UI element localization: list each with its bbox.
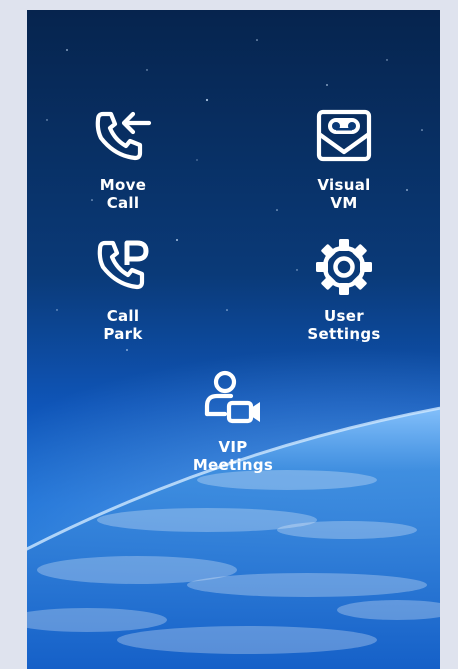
user-settings-button[interactable]: User Settings	[284, 239, 404, 343]
voicemail-envelope-icon	[316, 109, 372, 162]
gear-icon	[316, 239, 372, 295]
visual-vm-label-line1: Visual	[317, 176, 371, 194]
phone-park-icon	[97, 240, 149, 290]
vip-meetings-label-line2: Meetings	[192, 456, 274, 474]
user-settings-label-line2: Settings	[307, 325, 381, 343]
move-call-label-line1: Move	[99, 176, 147, 194]
visual-vm-label-line2: VM	[330, 194, 358, 212]
move-call-button[interactable]: Move Call	[63, 108, 183, 212]
phone-arrow-icon	[95, 111, 152, 161]
move-call-label-line2: Call	[106, 194, 140, 212]
call-park-label-line2: Park	[103, 325, 143, 343]
vip-meetings-button[interactable]: VIP Meetings	[173, 370, 293, 474]
user-settings-label-line1: User	[324, 307, 364, 325]
user-video-icon	[204, 370, 260, 424]
vip-meetings-label-line1: VIP	[218, 438, 248, 456]
home-panel: Move Call Visual VM Call Park User Setti…	[27, 10, 440, 669]
visual-vm-button[interactable]: Visual VM	[284, 108, 404, 212]
call-park-label-line1: Call	[106, 307, 140, 325]
call-park-button[interactable]: Call Park	[63, 239, 183, 343]
